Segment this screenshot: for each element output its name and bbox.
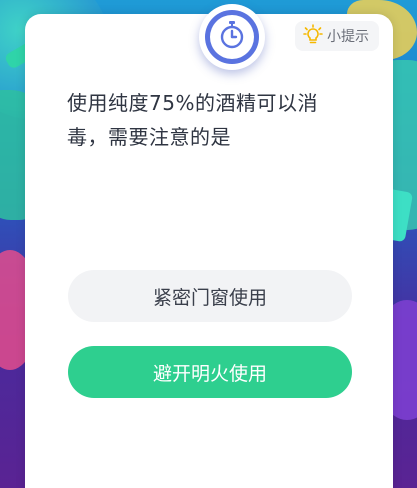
timer-face [210, 15, 254, 59]
lightbulb-icon [303, 24, 323, 48]
option-a-label: 紧密门窗使用 [152, 286, 267, 309]
timer-ring [205, 10, 259, 64]
question-card: 小提示 使用纯度75%的酒精可以消毒，需要注意的是 紧密门窗使用 避开明火使用 [25, 4, 393, 488]
option-b-label: 避开明火使用 [152, 362, 267, 385]
option-a-button[interactable]: 紧密门窗使用 [68, 270, 352, 322]
timer-badge [199, 4, 265, 70]
question-text: 使用纯度75%的酒精可以消毒，需要注意的是 [67, 91, 318, 149]
option-b-button[interactable]: 避开明火使用 [68, 346, 352, 398]
quiz-screen: 小提示 使用纯度75%的酒精可以消毒，需要注意的是 紧密门窗使用 避开明火使用 [0, 0, 417, 488]
hint-button[interactable]: 小提示 [295, 21, 379, 51]
stopwatch-icon [219, 21, 245, 53]
hint-label: 小提示 [327, 29, 369, 45]
